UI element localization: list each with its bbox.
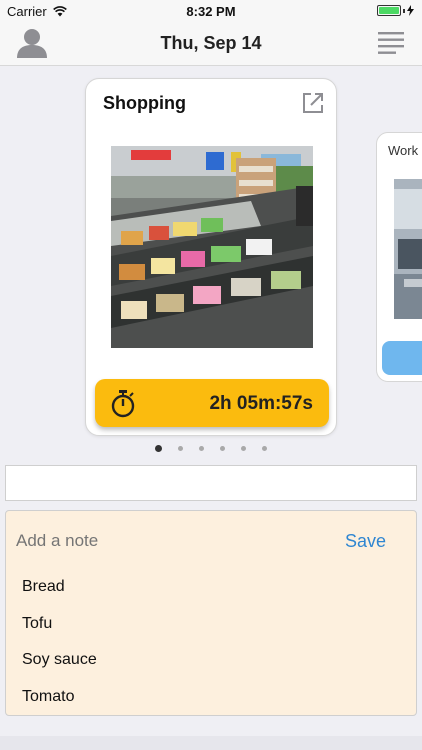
battery-tip [403, 8, 405, 13]
status-bar: Carrier 8:32 PM [0, 0, 422, 22]
page-indicator[interactable] [0, 444, 422, 454]
page-title: Thu, Sep 14 [160, 33, 262, 53]
next-activity-card[interactable]: Work [376, 132, 422, 382]
note-item[interactable]: Tomato [22, 688, 97, 725]
page-dot[interactable] [220, 446, 225, 451]
battery-indicator [377, 5, 414, 16]
note-input[interactable] [16, 531, 316, 551]
menu-button[interactable] [378, 30, 404, 56]
page-dot[interactable] [262, 446, 267, 451]
page-dot[interactable] [241, 446, 246, 451]
menu-lines-icon [378, 32, 404, 54]
timer-value: 2h 05m:57s [209, 393, 313, 414]
activity-card[interactable]: Shopping 2h 05m:57s [85, 78, 337, 436]
note-item[interactable]: Tofu [22, 615, 97, 652]
card-carousel[interactable]: Shopping 2h 05m:57s Work [0, 66, 422, 460]
note-item[interactable]: Soy sauce [22, 651, 97, 688]
open-external-icon [303, 93, 323, 113]
page-dot[interactable] [155, 445, 162, 452]
text-field[interactable] [5, 465, 417, 501]
battery-body [377, 5, 401, 16]
grocery-shelves-image [111, 146, 313, 348]
save-button[interactable]: Save [345, 531, 386, 552]
charging-bolt-icon [407, 5, 414, 16]
office-desk-image [394, 179, 422, 319]
note-item[interactable]: Bread [22, 578, 97, 615]
next-card-title: Work [388, 143, 419, 158]
open-external-button[interactable] [302, 92, 324, 114]
battery-fill [379, 7, 399, 14]
card-title: Shopping [103, 93, 186, 113]
card-photo [111, 146, 313, 348]
page-dot[interactable] [199, 446, 204, 451]
next-card-photo [394, 179, 422, 319]
timer-button[interactable]: 2h 05m:57s [95, 379, 329, 427]
bottom-strip [0, 736, 422, 750]
stopwatch-icon [111, 390, 135, 418]
note-list: Bread Tofu Soy sauce Tomato [22, 578, 97, 724]
nav-bar: Thu, Sep 14 [0, 22, 422, 66]
page-dot[interactable] [178, 446, 183, 451]
next-card-timer-button[interactable] [382, 341, 422, 375]
note-panel: Save Bread Tofu Soy sauce Tomato [5, 510, 417, 716]
status-time: 8:32 PM [186, 4, 236, 19]
